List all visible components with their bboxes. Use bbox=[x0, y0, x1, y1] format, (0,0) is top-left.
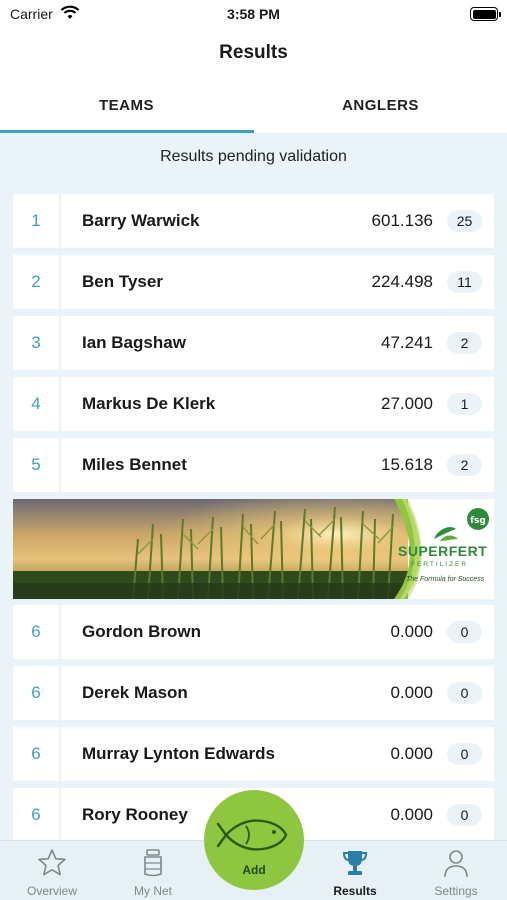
superfert-tagline: The Formula for Success bbox=[406, 576, 485, 583]
team-name: Ian Bagshaw bbox=[82, 333, 186, 352]
team-name: Markus De Klerk bbox=[82, 394, 216, 413]
rank: 6 bbox=[13, 788, 61, 842]
score: 0.000 bbox=[390, 744, 433, 763]
rank: 6 bbox=[13, 727, 61, 781]
result-row[interactable]: 6 Gordon Brown 0.000 0 bbox=[13, 605, 494, 659]
catch-count-badge: 0 bbox=[447, 804, 482, 826]
person-icon bbox=[444, 850, 468, 878]
nav-header: Results bbox=[0, 30, 507, 80]
rank: 4 bbox=[13, 377, 61, 431]
superfert-subtitle: FERTILIZER bbox=[411, 561, 469, 568]
score: 27.000 bbox=[381, 394, 433, 413]
catch-count-badge: 0 bbox=[447, 682, 482, 704]
brand-fert: FERT bbox=[448, 543, 488, 559]
tab-settings[interactable]: Settings bbox=[406, 841, 506, 900]
score: 0.000 bbox=[390, 683, 433, 702]
catch-count-badge: 2 bbox=[447, 454, 482, 476]
tab-overview[interactable]: Overview bbox=[2, 841, 102, 900]
score: 0.000 bbox=[390, 622, 433, 641]
score: 601.136 bbox=[371, 211, 433, 230]
score: 47.241 bbox=[381, 333, 433, 352]
catch-count-badge: 25 bbox=[447, 210, 482, 232]
team-name: Murray Lynton Edwards bbox=[82, 744, 276, 763]
tab-teams[interactable]: TEAMS bbox=[0, 80, 253, 133]
result-row[interactable]: 3 Ian Bagshaw 47.241 2 bbox=[13, 316, 494, 370]
rank: 1 bbox=[13, 194, 61, 248]
results-tabs: TEAMS ANGLERS bbox=[0, 80, 507, 133]
catch-count-badge: 2 bbox=[447, 332, 482, 354]
rank: 6 bbox=[13, 605, 61, 659]
result-row[interactable]: 6 Derek Mason 0.000 0 bbox=[13, 666, 494, 720]
rank: 3 bbox=[13, 316, 61, 370]
fish-icon bbox=[216, 819, 288, 851]
score: 15.618 bbox=[381, 455, 433, 474]
tab-label: Overview bbox=[26, 884, 77, 898]
add-catch-button[interactable]: Add bbox=[204, 790, 304, 890]
star-icon bbox=[38, 849, 66, 876]
team-name: Rory Rooney bbox=[82, 805, 188, 824]
result-row[interactable]: 1 Barry Warwick 601.136 25 bbox=[13, 194, 494, 248]
fsg-logo-text: fsg bbox=[470, 516, 486, 526]
tab-my-net[interactable]: My Net bbox=[103, 841, 203, 900]
result-row[interactable]: 4 Markus De Klerk 27.000 1 bbox=[13, 377, 494, 431]
team-name: Miles Bennet bbox=[82, 455, 187, 474]
rank: 5 bbox=[13, 438, 61, 492]
tab-selected-indicator bbox=[0, 130, 254, 133]
superfert-brand: SUPERFERT bbox=[398, 543, 487, 559]
tab-label: Settings bbox=[434, 884, 478, 898]
result-row[interactable]: 5 Miles Bennet 15.618 2 bbox=[13, 438, 494, 492]
team-name: Derek Mason bbox=[82, 683, 188, 702]
brand-super: SUPER bbox=[398, 543, 449, 559]
tab-anglers[interactable]: ANGLERS bbox=[254, 80, 507, 133]
trophy-icon bbox=[342, 851, 368, 875]
add-label: Add bbox=[242, 863, 266, 877]
result-row[interactable]: 6 Murray Lynton Edwards 0.000 0 bbox=[13, 727, 494, 781]
catch-count-badge: 11 bbox=[447, 271, 482, 293]
cornfield-photo bbox=[13, 499, 408, 599]
catch-count-badge: 1 bbox=[447, 393, 482, 415]
status-bar: Carrier 3:58 PM bbox=[0, 0, 507, 30]
rank: 2 bbox=[13, 255, 61, 309]
sponsor-banner[interactable]: fsg SUPERFERT FERTILIZER The Formula for… bbox=[13, 499, 494, 599]
pending-validation-message: Results pending validation bbox=[160, 148, 347, 165]
tab-label: My Net bbox=[133, 884, 172, 898]
clock: 3:58 PM bbox=[227, 6, 280, 22]
tab-label: Results bbox=[333, 884, 377, 898]
result-row[interactable]: 2 Ben Tyser 224.498 11 bbox=[13, 255, 494, 309]
rank: 6 bbox=[13, 666, 61, 720]
catch-count-badge: 0 bbox=[447, 743, 482, 765]
score: 224.498 bbox=[371, 272, 433, 291]
catch-count-badge: 0 bbox=[447, 621, 482, 643]
team-name: Gordon Brown bbox=[82, 622, 201, 641]
score: 0.000 bbox=[390, 805, 433, 824]
team-name: Barry Warwick bbox=[82, 211, 200, 230]
keepnet-icon bbox=[144, 849, 162, 877]
team-name: Ben Tyser bbox=[82, 272, 163, 291]
tab-results[interactable]: Results bbox=[305, 841, 405, 900]
battery-icon bbox=[470, 7, 501, 21]
page-title: Results bbox=[219, 42, 288, 63]
